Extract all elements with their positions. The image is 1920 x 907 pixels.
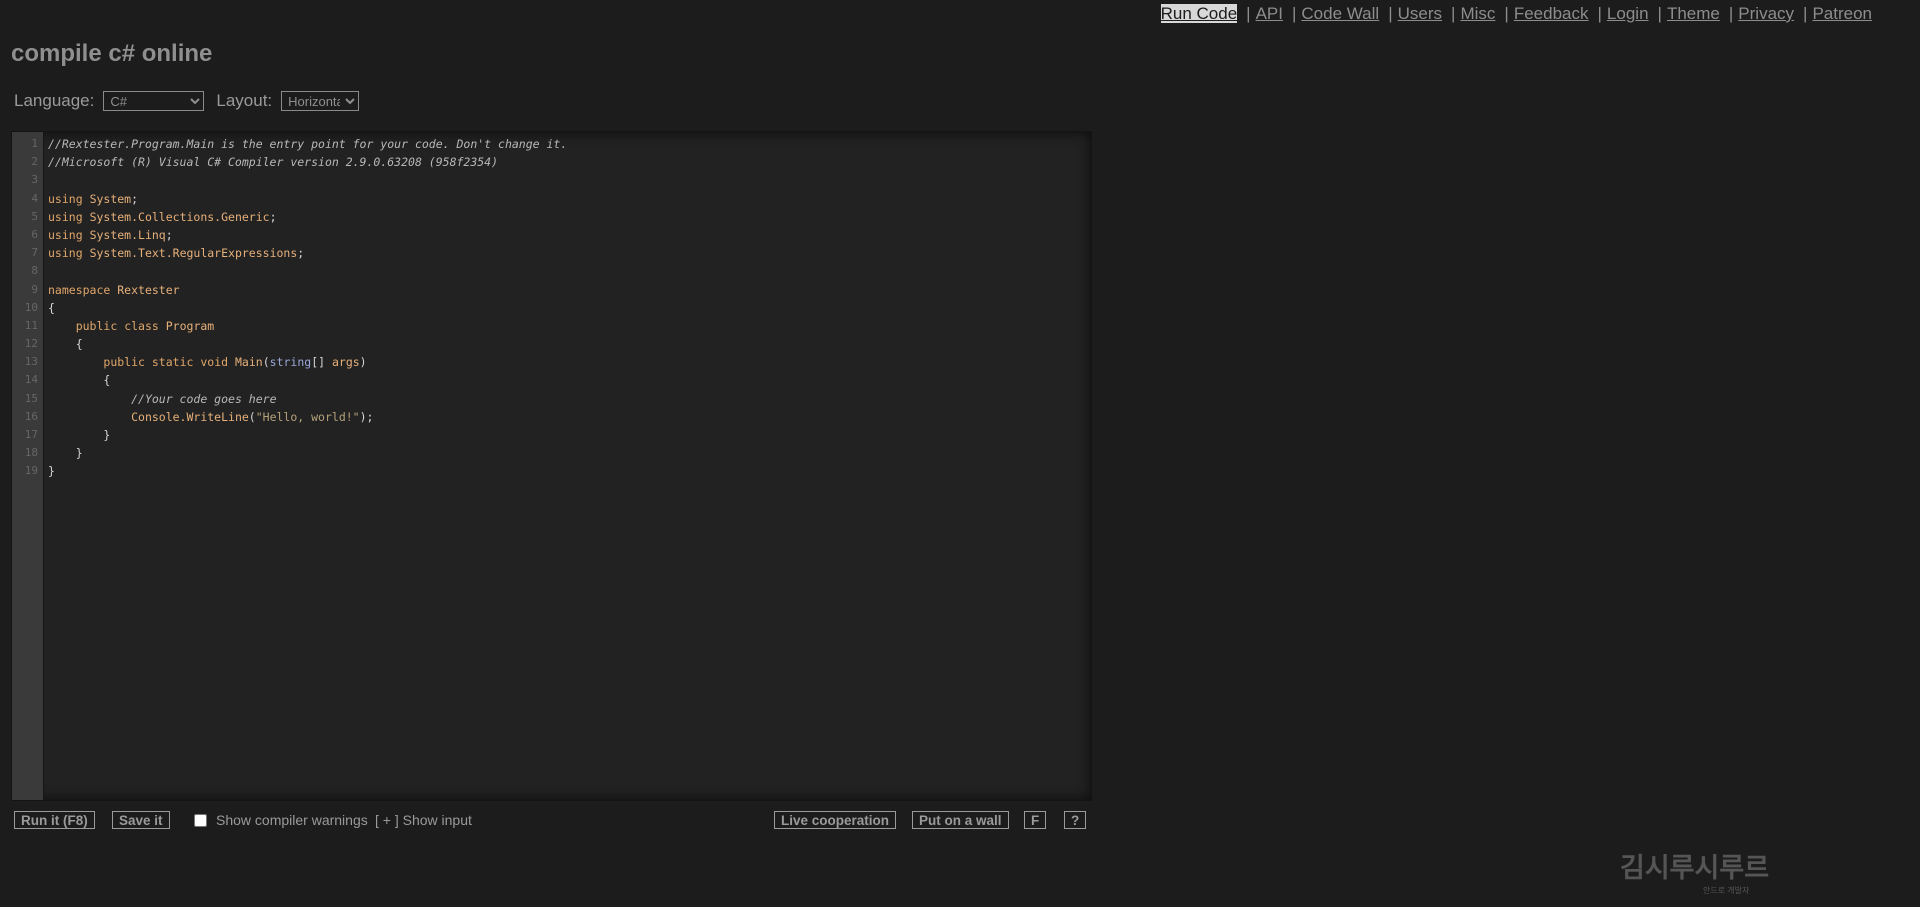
watermark-subtitle: 안드로 개발자 — [1703, 886, 1750, 895]
page-title: compile c# online — [11, 40, 213, 67]
put-on-wall-button[interactable]: Put on a wall — [912, 811, 1009, 829]
nav-separator: | — [1291, 4, 1297, 23]
nav-api[interactable]: API — [1256, 4, 1283, 23]
show-input-toggle[interactable]: [ + ] Show input — [375, 812, 472, 828]
code-line[interactable]: using System; — [48, 190, 1091, 208]
nav-misc[interactable]: Misc — [1460, 4, 1495, 23]
nav-separator: | — [1597, 4, 1602, 23]
code-line[interactable]: namespace Rextester — [48, 281, 1091, 299]
nav-privacy[interactable]: Privacy — [1738, 4, 1794, 23]
code-line[interactable]: { — [48, 335, 1091, 353]
nav-theme[interactable]: Theme — [1667, 4, 1720, 23]
nav-run-code[interactable]: Run Code — [1160, 4, 1238, 23]
code-line[interactable]: { — [48, 299, 1091, 317]
code-line[interactable]: //Rextester.Program.Main is the entry po… — [48, 135, 1091, 153]
layout-label: Layout: — [216, 91, 273, 110]
code-area[interactable]: //Rextester.Program.Main is the entry po… — [48, 135, 1091, 481]
layout-select[interactable]: Horizontal — [281, 91, 360, 111]
code-line[interactable]: using System.Collections.Generic; — [48, 208, 1091, 226]
save-button[interactable]: Save it — [112, 811, 170, 829]
options-bar: Language: C# Layout: Horizontal — [14, 91, 360, 111]
line-number: 13 — [24, 355, 38, 369]
line-number: 4 — [31, 191, 38, 205]
code-line[interactable]: using System.Linq; — [48, 226, 1091, 244]
code-line[interactable]: { — [48, 371, 1091, 389]
code-line[interactable]: using System.Text.RegularExpressions; — [48, 244, 1091, 262]
live-cooperation-button[interactable]: Live cooperation — [774, 811, 897, 829]
code-line[interactable]: //Your code goes here — [48, 390, 1091, 408]
code-line[interactable]: } — [48, 462, 1091, 480]
line-number: 17 — [24, 428, 38, 441]
line-number: 12 — [24, 337, 38, 351]
nav-login[interactable]: Login — [1607, 4, 1649, 23]
code-line[interactable]: ​ — [48, 262, 1091, 280]
nav-separator: | — [1388, 4, 1393, 23]
line-number: 11 — [24, 318, 38, 332]
line-number: 19 — [24, 464, 38, 478]
code-line[interactable]: public static void Main(string[] args) — [48, 353, 1091, 371]
code-line[interactable]: //Microsoft (R) Visual C# Compiler versi… — [48, 153, 1091, 171]
line-number: 2 — [31, 155, 38, 169]
nav-users[interactable]: Users — [1398, 4, 1442, 23]
line-number: 3 — [31, 173, 38, 187]
line-number: 6 — [31, 227, 38, 241]
language-select[interactable]: C# — [103, 91, 205, 111]
compiler-warnings-checkbox[interactable] — [194, 814, 207, 827]
top-navigation: Run Code | API | Code Wall | Users | Misc | Feedba… — [1160, 4, 1872, 24]
nav-separator: | — [1504, 4, 1509, 23]
run-button[interactable]: Run it (F8) — [14, 811, 95, 829]
nav-patreon[interactable]: Patreon — [1812, 4, 1872, 23]
nav-separator: | — [1451, 4, 1456, 23]
line-number: 8 — [31, 264, 38, 278]
line-number: 18 — [24, 446, 38, 460]
language-label: Language: — [14, 91, 95, 110]
watermark-logo: 김시루시루르 — [1620, 853, 1770, 883]
line-number: 15 — [24, 391, 38, 405]
line-number-gutter: 1 2 3 4 5 6 7 8 9 10 11 12 13 14 15 16 17 18 19 — [12, 132, 44, 800]
nav-feedback[interactable]: Feedback — [1514, 4, 1589, 23]
line-number: 10 — [24, 300, 38, 314]
nav-separator: | — [1246, 4, 1251, 23]
code-line[interactable]: } — [48, 426, 1091, 444]
nav-code-wall[interactable]: Code Wall — [1301, 4, 1379, 23]
line-number: 9 — [31, 282, 38, 296]
line-number: 16 — [24, 409, 38, 423]
code-editor[interactable]: 1 2 3 4 5 6 7 8 9 10 11 12 13 14 15 16 17 18 19 //Rexteste… — [11, 131, 1092, 801]
bottom-toolbar: Run it (F8) Save it Show compiler warnin… — [14, 811, 1090, 831]
code-line[interactable]: ​ — [48, 171, 1091, 189]
code-line[interactable]: Console.WriteLine("Hello, world!"); — [48, 408, 1091, 426]
line-number: 14 — [24, 373, 38, 387]
code-line[interactable]: public class Program — [48, 317, 1091, 335]
help-button[interactable]: ? — [1064, 811, 1087, 829]
nav-separator: | — [1728, 4, 1734, 23]
line-number: 1 — [31, 137, 38, 150]
nav-separator: | — [1657, 4, 1662, 23]
line-number: 5 — [31, 209, 38, 223]
fullscreen-button[interactable]: F — [1024, 811, 1047, 829]
line-number: 7 — [31, 246, 38, 260]
code-line[interactable]: } — [48, 444, 1091, 462]
compiler-warnings-label: Show compiler warnings — [216, 812, 368, 828]
nav-separator: | — [1803, 4, 1808, 23]
